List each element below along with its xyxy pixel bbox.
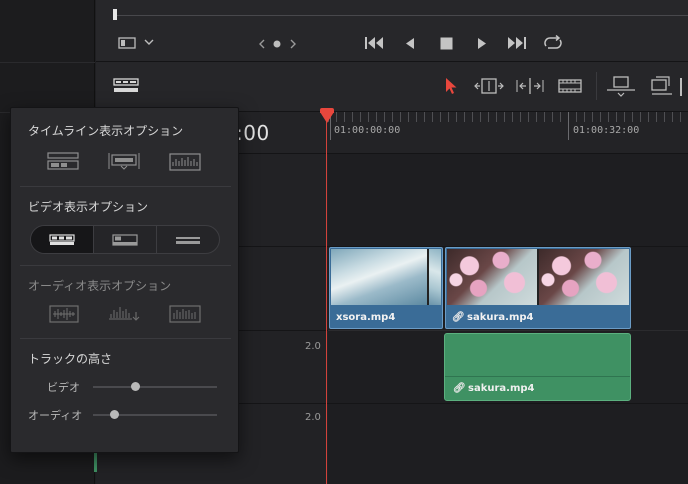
timeline-view-options-popup: タイムライン表示オプション ビデオ表示オプション オーディオ表示オプション トラ…: [10, 107, 239, 453]
ruler-label: 01:00:32:00: [573, 125, 640, 136]
stop-icon[interactable]: [440, 37, 453, 50]
filmstrip-icon: [49, 233, 75, 245]
chevron-down-icon[interactable]: [144, 38, 154, 46]
edit-toolbar: [96, 62, 688, 112]
audio-waveform-full-icon[interactable]: [49, 305, 79, 327]
audio-waveform-rectified-icon[interactable]: [108, 304, 142, 328]
go-to-end-icon[interactable]: [507, 36, 527, 50]
video-clip-xsora[interactable]: xsora.mp4: [329, 247, 443, 329]
thumbnail-icon: [112, 233, 138, 246]
clip-divider: [445, 376, 630, 377]
clip-thumbnails: [447, 249, 629, 305]
video-options-title: ビデオ表示オプション: [28, 200, 149, 214]
loop-icon[interactable]: [542, 35, 564, 51]
clip-name: xsora.mp4: [336, 312, 396, 323]
audio-height-slider[interactable]: [93, 410, 217, 419]
blade-tool-icon[interactable]: [558, 79, 582, 93]
video-height-slider[interactable]: [93, 382, 217, 391]
viewer-scrub-bar[interactable]: [115, 15, 688, 16]
ruler-ticks: [328, 112, 688, 122]
video-view-mode-toggle: [30, 225, 220, 254]
timeline-timecode: :00: [236, 121, 270, 145]
overwrite-clip-icon[interactable]: [650, 76, 674, 98]
jog-left-icon[interactable]: [258, 39, 266, 49]
video-name-only-mode[interactable]: [157, 226, 219, 253]
audio-waveform-half-icon[interactable]: [169, 305, 201, 327]
clip-thumbnails: [331, 249, 441, 305]
audio-options-title: オーディオ表示オプション: [28, 279, 172, 293]
jog-dot-icon[interactable]: [273, 40, 281, 48]
playhead-handle[interactable]: [320, 112, 334, 123]
viewer-layout-icon[interactable]: [118, 37, 136, 49]
ruler-major-tick: [568, 112, 569, 140]
play-icon[interactable]: [476, 37, 488, 50]
step-back-icon[interactable]: [404, 37, 416, 50]
audio-clip-sakura[interactable]: 🔗︎ sakura.mp4: [444, 333, 631, 401]
video-height-label: ビデオ: [47, 381, 80, 394]
timeline-ruler[interactable]: 01:00:00:00 01:00:32:00: [328, 112, 688, 154]
viewer-transport-bar: [96, 0, 688, 62]
audio-track-2-level: 2.0: [305, 412, 321, 423]
track-height-title: トラックの高さ: [28, 352, 113, 366]
clip-name-row: 🔗︎ sakura.mp4: [453, 383, 534, 394]
timeline-options-title: タイムライン表示オプション: [28, 124, 184, 138]
dynamic-trim-icon[interactable]: [516, 77, 544, 95]
subtitle-tracks-icon[interactable]: [107, 151, 141, 175]
clip-name: sakura.mp4: [468, 383, 535, 394]
playhead-line[interactable]: [326, 112, 327, 484]
audio-height-label: オーディオ: [28, 409, 83, 422]
name-only-icon: [176, 236, 200, 244]
toolbar-overflow-edge: [680, 78, 688, 96]
trim-tool-icon[interactable]: [474, 77, 504, 95]
jog-right-icon[interactable]: [289, 39, 297, 49]
clip-name-row: 🔗︎ sakura.mp4: [452, 312, 533, 323]
link-icon: 🔗︎: [453, 383, 466, 394]
go-to-start-icon[interactable]: [364, 36, 384, 50]
link-icon: 🔗︎: [452, 312, 465, 323]
audio-track-indicator: [94, 452, 97, 472]
viewer-scrub-head[interactable]: [113, 9, 117, 20]
video-height-slider-knob[interactable]: [130, 382, 140, 391]
video-clip-sakura[interactable]: 🔗︎ sakura.mp4: [445, 247, 631, 329]
timeline-view-options-icon: [113, 78, 139, 94]
video-filmstrip-mode[interactable]: [31, 226, 94, 253]
audio-track-1-level: 2.0: [305, 341, 321, 352]
video-thumbnail-mode[interactable]: [94, 226, 157, 253]
ruler-label: 01:00:00:00: [334, 125, 401, 136]
stacked-timelines-icon[interactable]: [47, 151, 79, 175]
clip-name: sakura.mp4: [467, 312, 534, 323]
insert-clip-icon[interactable]: [606, 76, 636, 98]
selection-tool-icon[interactable]: [444, 77, 458, 95]
toolbar-separator: [596, 72, 597, 100]
timeline-view-options-button[interactable]: [109, 76, 143, 98]
audio-height-slider-knob[interactable]: [110, 410, 120, 419]
audio-waveform-icon[interactable]: [169, 153, 201, 175]
